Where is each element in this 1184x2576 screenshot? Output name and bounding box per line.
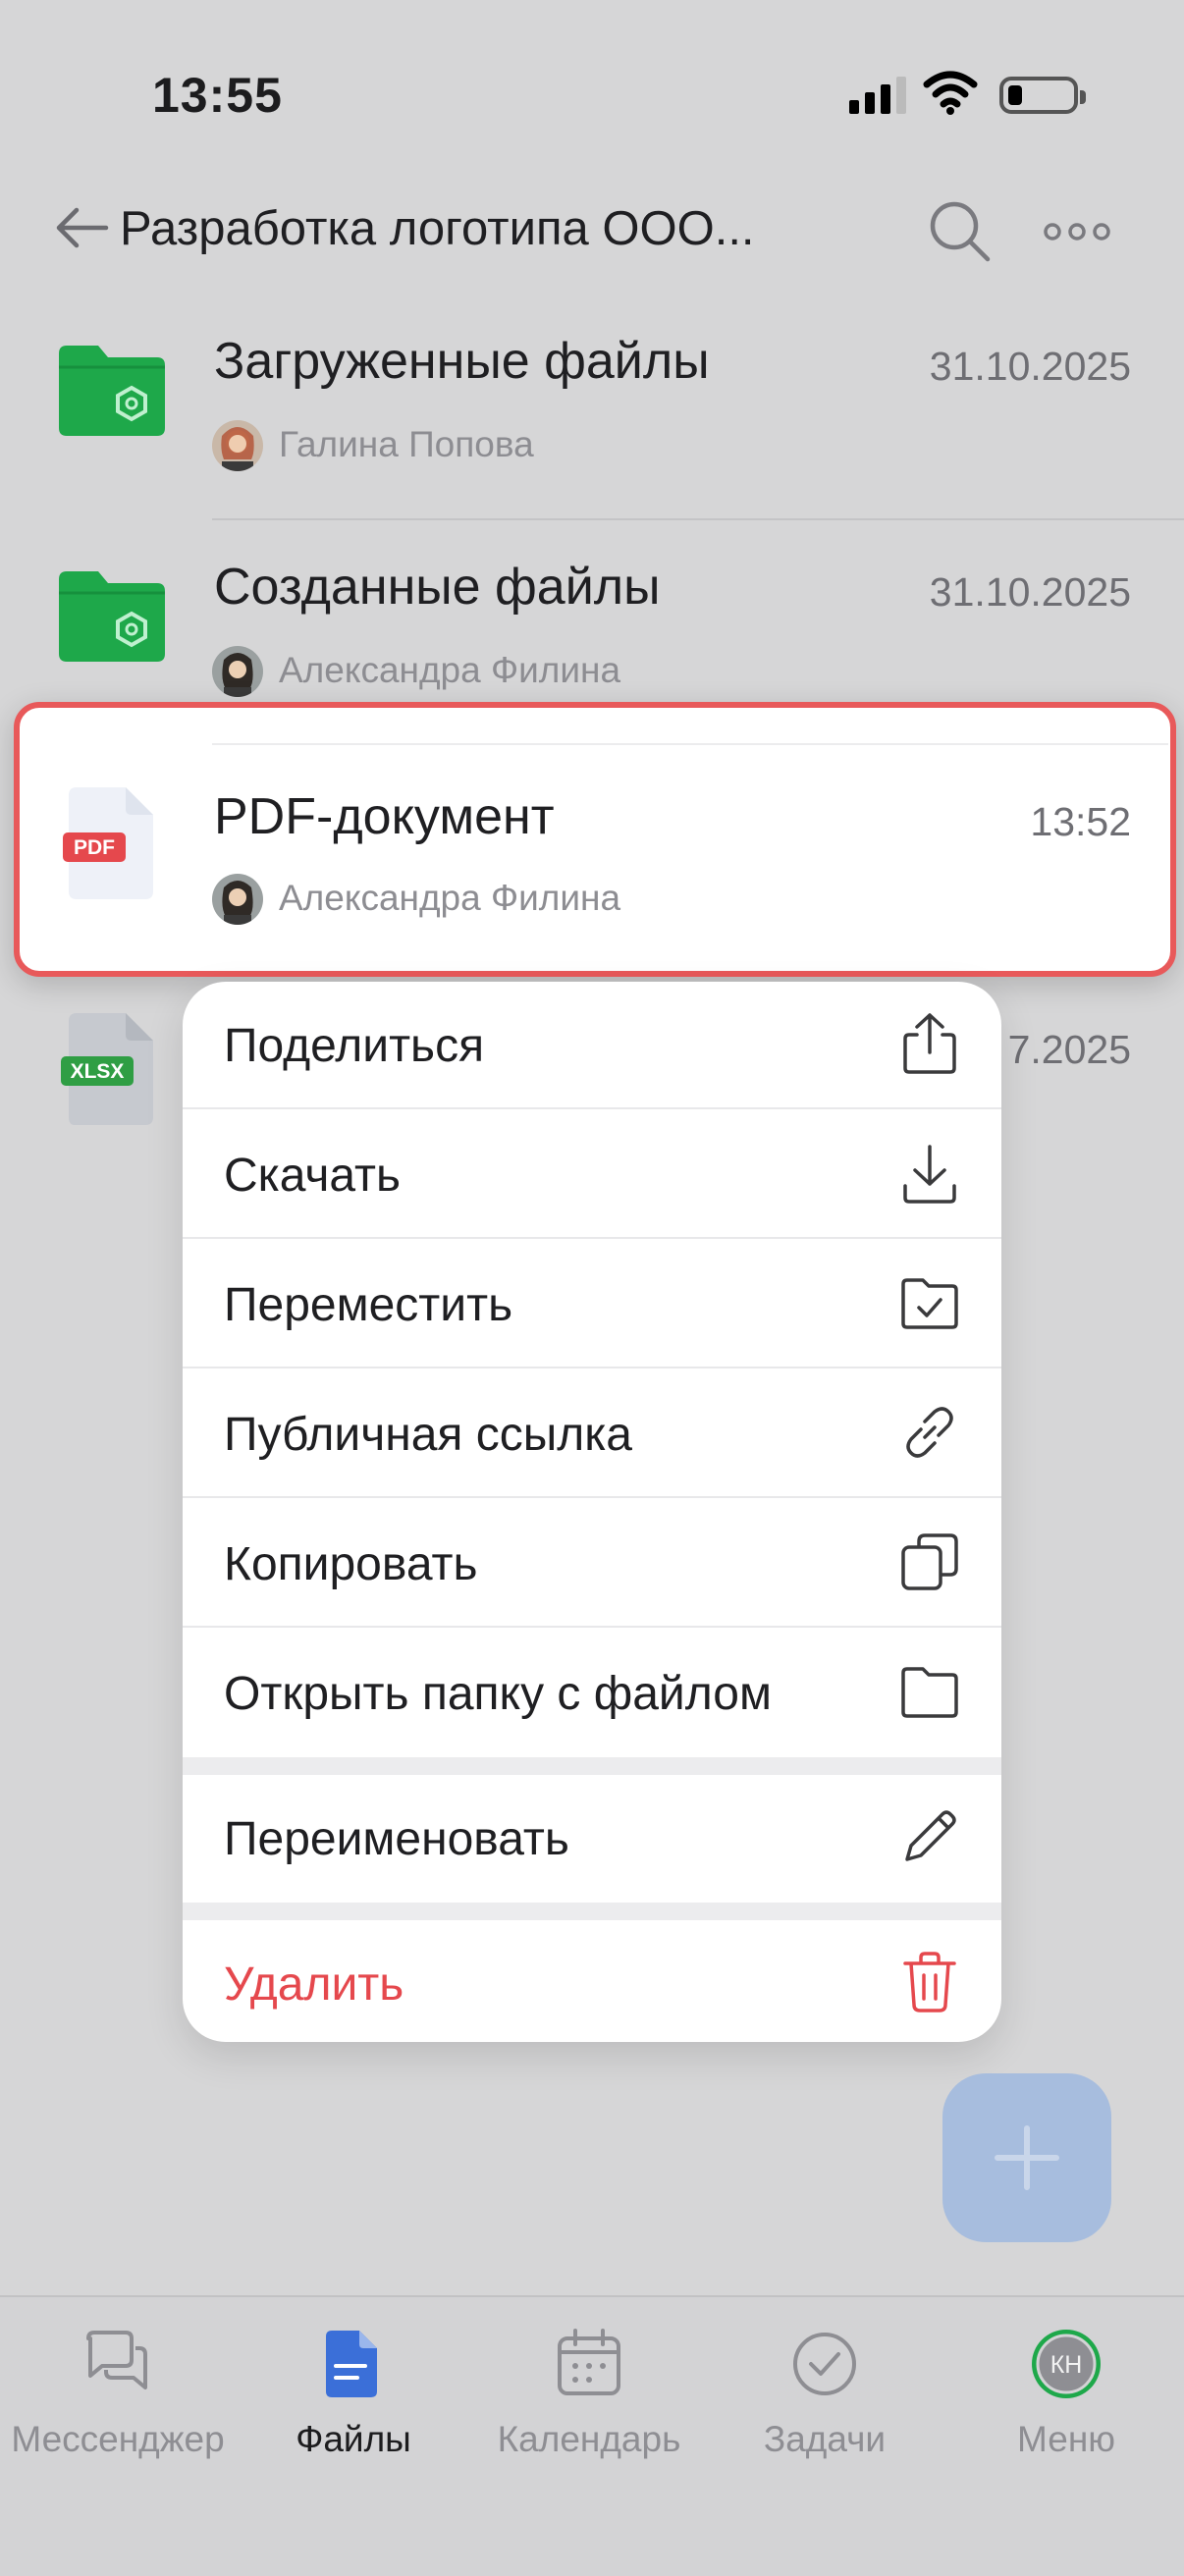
file-author: Галина Попова [279, 424, 534, 464]
pencil-icon [905, 1810, 956, 1861]
menu-item-download[interactable]: Скачать [183, 1111, 1001, 1239]
check-circle-icon [793, 2333, 856, 2395]
more-options-icon[interactable] [1043, 221, 1111, 242]
context-menu: Поделиться Скачать Переместить Публичная… [183, 982, 1001, 2042]
copy-icon [901, 1533, 958, 1590]
menu-item-copy[interactable]: Копировать [183, 1500, 1001, 1628]
menu-item-label: Переместить [224, 1279, 513, 1331]
file-author: Александра Филина [279, 878, 621, 918]
tab-menu[interactable]: КН Меню [948, 2327, 1184, 2460]
menu-item-label: Удалить [224, 1959, 404, 2011]
folder-open-icon [901, 1667, 958, 1718]
tab-tasks[interactable]: Задачи [707, 2327, 942, 2460]
avatar-icon: КН [1032, 2330, 1101, 2398]
share-icon [903, 1013, 956, 1074]
menu-item-label: Открыть папку с файлом [224, 1668, 772, 1720]
menu-item-label: Скачать [224, 1150, 401, 1202]
battery-icon [999, 77, 1086, 114]
file-name: Созданные файлы [214, 559, 661, 616]
file-name: Загруженные файлы [214, 333, 710, 390]
menu-item-label: Копировать [224, 1538, 478, 1590]
file-date: 13:52 [1030, 799, 1131, 844]
menu-item-label: Переименовать [224, 1813, 569, 1865]
menu-item-share[interactable]: Поделиться [183, 982, 1001, 1109]
cellular-signal-icon [849, 77, 906, 114]
menu-item-move[interactable]: Переместить [183, 1241, 1001, 1368]
file-name: PDF-документ [214, 788, 555, 845]
page-title: Разработка логотипа ООО... [120, 202, 755, 255]
calendar-icon [558, 2329, 620, 2395]
tab-label: Календарь [497, 2419, 681, 2459]
wifi-icon [923, 71, 978, 115]
chat-icon [86, 2331, 147, 2389]
trash-icon [903, 1952, 956, 2012]
divider [212, 518, 1184, 520]
menu-item-open-folder[interactable]: Открыть папку с файлом [183, 1630, 1001, 1757]
search-icon[interactable] [925, 196, 994, 265]
avatar [212, 646, 263, 697]
file-icon [326, 2331, 377, 2397]
link-icon [906, 1407, 953, 1458]
file-author: Александра Филина [279, 650, 621, 690]
xlsx-file-icon: XLSX [61, 1013, 153, 1125]
avatar [212, 874, 263, 925]
menu-group-separator [183, 1903, 1001, 1920]
file-badge: XLSX [71, 1060, 125, 1083]
tab-calendar[interactable]: Календарь [471, 2327, 707, 2460]
status-time: 13:55 [152, 68, 283, 123]
menu-item-rename[interactable]: Переименовать [183, 1775, 1001, 1903]
tab-label: Задачи [763, 2419, 887, 2459]
move-folder-icon [901, 1278, 958, 1329]
file-date: 31.10.2025 [929, 344, 1131, 389]
svg-text:КН: КН [1050, 2351, 1083, 2379]
menu-item-public-link[interactable]: Публичная ссылка [183, 1370, 1001, 1498]
tab-label: Меню [1017, 2419, 1115, 2459]
avatar [212, 420, 263, 471]
divider [212, 743, 1168, 745]
tab-messenger[interactable]: Мессенджер [0, 2327, 236, 2460]
menu-item-label: Поделиться [224, 1020, 485, 1072]
folder-icon [59, 571, 165, 662]
pdf-file-icon: PDF [63, 787, 153, 899]
add-button[interactable] [942, 2073, 1111, 2242]
file-date: 31.10.2025 [929, 569, 1131, 615]
file-badge: PDF [74, 836, 115, 859]
tab-files[interactable]: Файлы [236, 2327, 471, 2460]
menu-item-label: Публичная ссылка [224, 1409, 632, 1461]
tab-label: Мессенджер [11, 2419, 225, 2459]
download-icon [903, 1145, 956, 1204]
tab-label: Файлы [296, 2419, 411, 2459]
back-arrow-icon[interactable] [51, 204, 112, 251]
plus-icon [995, 2125, 1059, 2190]
folder-icon [59, 346, 165, 436]
menu-item-delete[interactable]: Удалить [183, 1920, 1001, 2042]
menu-group-separator [183, 1757, 1001, 1775]
